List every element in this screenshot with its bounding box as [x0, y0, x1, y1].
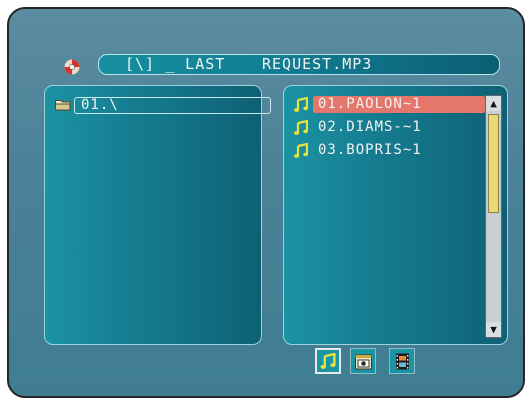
folder-icon	[55, 100, 71, 111]
scroll-thumb[interactable]	[488, 114, 499, 213]
file-item-1[interactable]: 01.PAOLON~1	[294, 96, 485, 113]
scroll-up-arrow-icon[interactable]: ▲	[486, 96, 501, 111]
file-item-3[interactable]: 03.BOPRIS~1	[294, 142, 484, 159]
video-mode-button[interactable]	[389, 348, 415, 374]
file-name: 02.DIAMS-~1	[318, 119, 422, 135]
disc-icon	[64, 59, 80, 75]
photo-mode-button[interactable]	[350, 348, 376, 374]
folder-item[interactable]: 01.\	[55, 97, 290, 114]
folder-panel: 01.\	[44, 85, 271, 345]
path-filename: REQUEST.MP3	[262, 55, 373, 73]
file-item-2[interactable]: 02.DIAMS-~1	[294, 119, 484, 136]
music-note-icon	[320, 353, 336, 369]
folder-label: 01.\	[74, 97, 271, 114]
film-icon	[396, 353, 409, 370]
file-name: 03.BOPRIS~1	[318, 142, 422, 158]
photo-icon	[355, 354, 372, 370]
scroll-down-arrow-icon[interactable]: ▼	[486, 322, 501, 337]
music-mode-button[interactable]	[315, 348, 341, 374]
current-path-bar: [\] _ LAST REQUEST.MP3	[98, 54, 500, 75]
music-note-icon	[294, 97, 308, 112]
music-note-icon	[294, 120, 308, 135]
path-prefix: [\] _ LAST	[125, 55, 226, 73]
file-name: 01.PAOLON~1	[313, 96, 485, 113]
file-list-scrollbar[interactable]: ▲ ▼	[485, 95, 502, 338]
file-panel: 01.PAOLON~1 02.DIAMS-~1 03.BOPRIS~1	[283, 85, 508, 345]
music-note-icon	[294, 143, 308, 158]
